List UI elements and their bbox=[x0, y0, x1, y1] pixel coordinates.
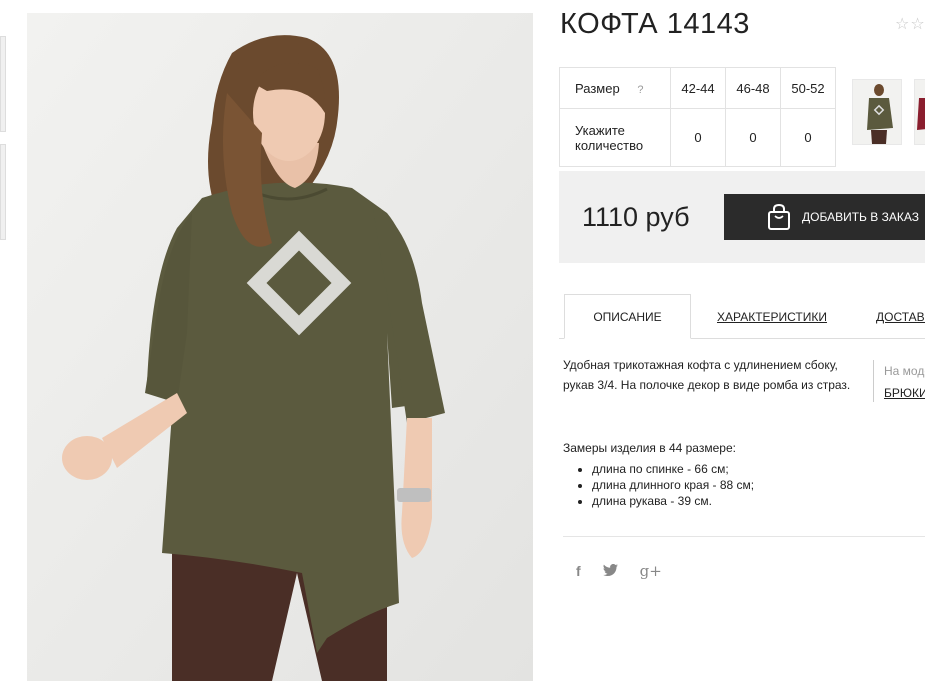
section-divider bbox=[563, 536, 925, 537]
model-outfit-link[interactable]: БРЮКИ bbox=[884, 382, 925, 404]
tab-delivery[interactable]: ДОСТАВКА bbox=[876, 294, 925, 339]
product-description: Удобная трикотажная кофта с удлинением с… bbox=[563, 358, 851, 392]
quantity-input[interactable]: 0 bbox=[670, 108, 726, 167]
add-to-order-button[interactable]: ДОБАВИТЬ В ЗАКАЗ bbox=[724, 194, 925, 240]
size-help-icon[interactable]: ? bbox=[637, 84, 643, 96]
model-outfit-note: На модели: БРЮКИ bbox=[873, 360, 925, 402]
size-label: Размер bbox=[575, 80, 620, 96]
facebook-icon[interactable]: f bbox=[576, 563, 581, 579]
shopping-bag-icon bbox=[766, 203, 792, 231]
purchase-box: 1110 руб ДОБАВИТЬ В ЗАКАЗ bbox=[559, 171, 925, 263]
measurement-item: длина по спинке - 66 см; bbox=[592, 461, 754, 477]
measurements-title: Замеры изделия в 44 размере: bbox=[563, 441, 736, 455]
variant-thumbnail-red[interactable] bbox=[914, 79, 925, 145]
price: 1110 руб bbox=[582, 202, 690, 232]
variant-thumbnail-olive[interactable] bbox=[852, 79, 902, 145]
variant-thumbnail-image bbox=[917, 98, 925, 130]
model-outfit-label: На модели: bbox=[884, 364, 925, 378]
size-option: 42-44 bbox=[670, 67, 726, 109]
twitter-icon[interactable] bbox=[602, 563, 618, 580]
product-title: КОФТА 14143 bbox=[560, 8, 750, 40]
quantity-input[interactable]: 0 bbox=[725, 108, 781, 167]
size-option: 50-52 bbox=[780, 67, 836, 109]
tab-characteristics[interactable]: ХАРАКТЕРИСТИКИ bbox=[717, 294, 827, 339]
quantity-input[interactable]: 0 bbox=[780, 108, 836, 167]
measurements-list: длина по спинке - 66 см; длина длинного … bbox=[563, 461, 754, 509]
size-label-cell: Размер ? bbox=[559, 67, 671, 109]
social-share: f g+ bbox=[576, 562, 662, 580]
variant-thumbnail-image bbox=[867, 84, 893, 144]
rating-stars-icon[interactable]: ☆☆ bbox=[895, 14, 925, 34]
left-thumbnail-strip bbox=[0, 36, 6, 252]
gallery-thumbnail[interactable] bbox=[0, 36, 6, 132]
gallery-thumbnail[interactable] bbox=[0, 144, 6, 240]
tab-description[interactable]: ОПИСАНИЕ bbox=[564, 294, 691, 339]
product-photo-illustration bbox=[27, 13, 533, 681]
main-product-photo[interactable] bbox=[27, 13, 533, 681]
measurement-item: длина длинного края - 88 см; bbox=[592, 477, 754, 493]
google-plus-icon[interactable]: g+ bbox=[640, 562, 662, 580]
quantity-label: Укажите количество bbox=[559, 108, 671, 167]
add-to-order-label: ДОБАВИТЬ В ЗАКАЗ bbox=[802, 210, 919, 224]
size-option: 46-48 bbox=[725, 67, 781, 109]
product-tabs: ОПИСАНИЕ ХАРАКТЕРИСТИКИ ДОСТАВКА bbox=[559, 294, 925, 339]
measurement-item: длина рукава - 39 см. bbox=[592, 493, 754, 509]
size-quantity-table: Размер ? 42-44 46-48 50-52 Укажите колич… bbox=[559, 67, 836, 167]
